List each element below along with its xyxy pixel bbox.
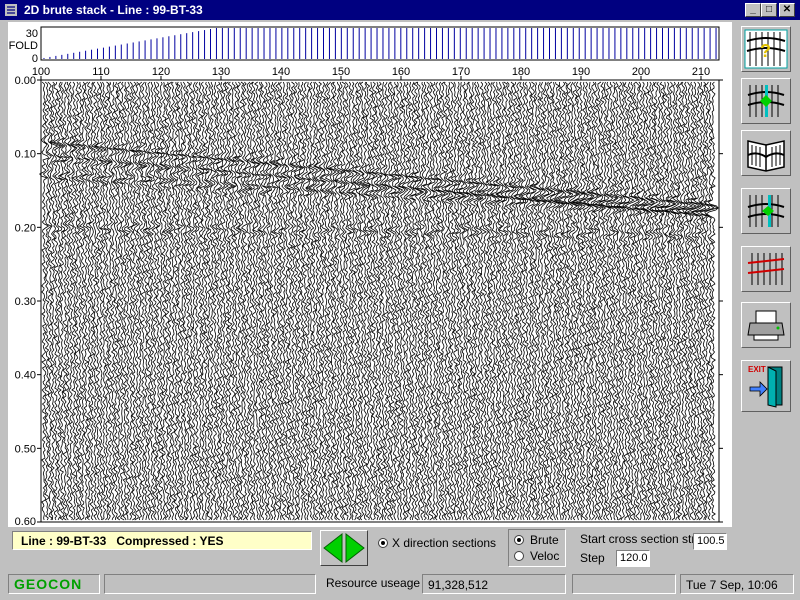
print-button[interactable] — [741, 302, 791, 348]
veloc-label: Veloc — [530, 549, 560, 563]
brute-label: Brute — [530, 533, 559, 547]
step-label: Step — [580, 551, 605, 565]
pick-velocity-button[interactable] — [741, 78, 791, 124]
help-section-icon: ? — [744, 29, 788, 69]
close-button[interactable]: ✕ — [779, 3, 795, 17]
trace-view-button[interactable] — [741, 246, 791, 292]
fold-max-label: 30 — [26, 28, 38, 40]
y-tick-label: 0.60 — [15, 516, 36, 527]
window-title: 2D brute stack - Line : 99-BT-33 — [24, 3, 203, 17]
plot-panel: 30 FOLD 0 100 110 120 130 140 150 160 170 180 190… — [8, 22, 732, 528]
help-section-button[interactable]: ? — [741, 26, 791, 72]
y-tick-label: 0.00 — [15, 75, 36, 87]
select-trace-icon — [747, 195, 785, 227]
step-field[interactable]: 120.0 — [616, 550, 650, 567]
next-section-arrow-icon[interactable] — [345, 532, 365, 564]
exit-button[interactable]: EXIT — [741, 360, 791, 412]
select-trace-button[interactable] — [741, 188, 791, 234]
resource-label: Resource useage — [326, 576, 421, 590]
fold-chart: 30 FOLD 0 — [9, 26, 720, 65]
datetime: Tue 7 Sep, 10:06 — [680, 574, 794, 594]
minimize-button[interactable]: _ — [745, 3, 761, 17]
fold-min-label: 0 — [32, 53, 38, 65]
book-button[interactable] — [741, 130, 791, 176]
title-bar: 2D brute stack - Line : 99-BT-33 _ □ ✕ — [0, 0, 800, 20]
veloc-radio[interactable] — [514, 551, 524, 561]
status-pane-blank — [572, 574, 676, 594]
line-status: Line : 99-BT-33 Compressed : YES — [12, 531, 312, 550]
status-pane-empty — [104, 574, 316, 594]
nav-arrows — [323, 532, 365, 564]
exit-label: EXIT — [748, 365, 766, 374]
pick-velocity-icon — [747, 85, 785, 117]
prev-section-arrow-icon[interactable] — [323, 532, 343, 564]
maximize-button[interactable]: □ — [761, 3, 777, 17]
status-bar: GEOCON Resource useage 91,328,512 Tue 7 … — [0, 571, 800, 600]
exit-door-icon: EXIT — [748, 365, 783, 408]
y-tick-label: 0.10 — [15, 149, 36, 161]
y-tick-label: 0.40 — [15, 370, 36, 382]
printer-icon — [747, 310, 785, 341]
y-tick-label: 0.50 — [15, 443, 36, 455]
x-direction-label: X direction sections — [392, 536, 497, 550]
app-icon[interactable] — [4, 3, 18, 17]
tool-panel: ? EXIT — [738, 22, 796, 414]
fold-axis-label: FOLD — [9, 40, 38, 52]
y-tick-label: 0.30 — [15, 296, 36, 308]
section-nav — [320, 530, 368, 566]
geocon-logo: GEOCON — [8, 574, 100, 594]
trace-view-icon — [747, 253, 785, 285]
x-direction-radio[interactable] — [378, 538, 388, 548]
book-icon — [747, 140, 785, 172]
start-station-label: Start cross section stn — [580, 532, 699, 546]
svg-text:?: ? — [760, 41, 771, 61]
x-axis: 100 110 120 130 140 150 160 170 180 190 200 210 — [32, 66, 710, 80]
y-tick-label: 0.20 — [15, 222, 36, 234]
resource-value: 91,328,512 — [422, 574, 566, 594]
fold-frame — [40, 26, 720, 61]
brute-radio[interactable] — [514, 535, 524, 545]
start-station-field[interactable]: 100.5 — [693, 533, 727, 550]
seismic-plot: 30 FOLD 0 100 110 120 130 140 150 160 170 180 190… — [9, 26, 723, 528]
